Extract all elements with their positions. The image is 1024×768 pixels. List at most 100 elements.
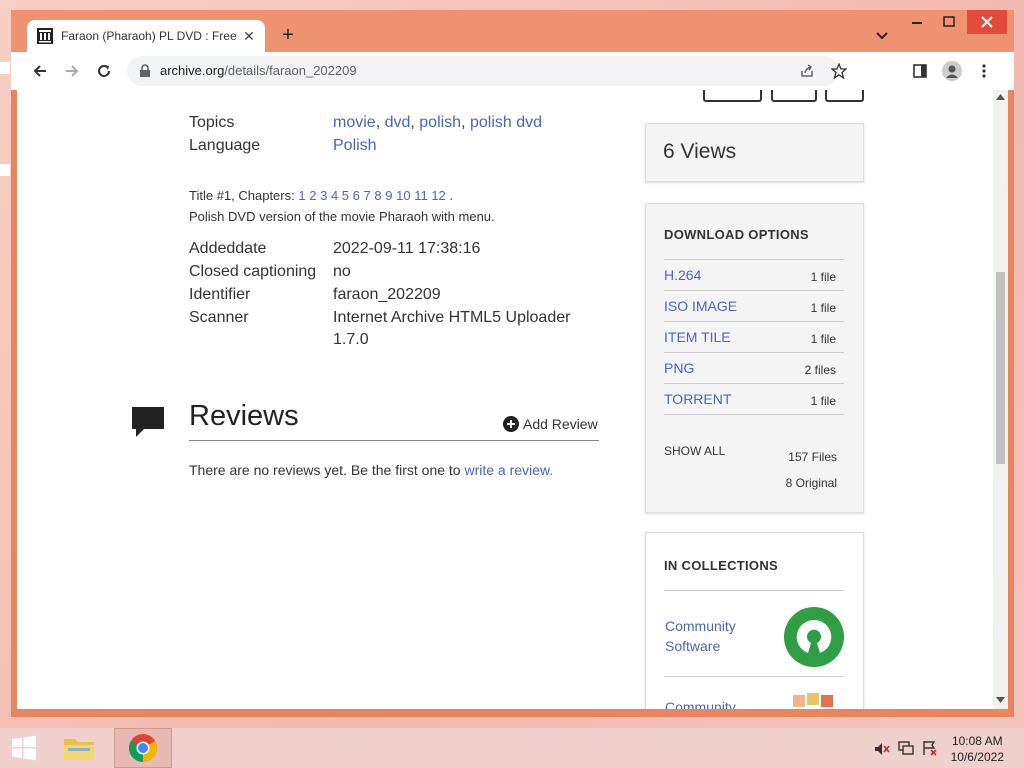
scrollbar-thumb[interactable] — [996, 272, 1005, 464]
reviews-divider — [189, 440, 599, 441]
chapter-link[interactable]: 8 — [374, 188, 381, 203]
browser-window: Faraon (Pharaoh) PL DVD : Free D ✕ + arc… — [11, 10, 1014, 717]
bookmark-star-icon[interactable] — [831, 63, 847, 79]
collection-link[interactable]: Community Software — [665, 616, 755, 656]
chapter-link[interactable]: 3 — [320, 188, 327, 203]
archive-favicon-icon — [37, 28, 53, 44]
reload-button[interactable] — [93, 60, 115, 82]
chapter-link[interactable]: 1 — [298, 188, 305, 203]
desktop-icon-fragment — [0, 164, 10, 176]
chapter-link[interactable]: 4 — [331, 188, 338, 203]
download-row[interactable]: ISO IMAGE 1 file — [664, 291, 844, 322]
chapter-link[interactable]: 6 — [353, 188, 360, 203]
chapters-prefix: Title #1, Chapters: — [189, 188, 295, 203]
download-options-heading: DOWNLOAD OPTIONS — [664, 227, 809, 242]
profile-button[interactable] — [941, 60, 963, 82]
download-row[interactable]: PNG 2 files — [664, 353, 844, 384]
description: Polish DVD version of the movie Pharaoh … — [189, 209, 495, 224]
browser-tab[interactable]: Faraon (Pharaoh) PL DVD : Free D ✕ — [27, 20, 265, 52]
minimize-button[interactable] — [901, 10, 933, 34]
file-explorer-button[interactable] — [54, 728, 104, 768]
item-action-button[interactable] — [703, 90, 762, 102]
item-action-button[interactable] — [825, 90, 864, 102]
collection-thumbnail-icon[interactable] — [783, 689, 845, 709]
menu-button[interactable] — [973, 60, 995, 82]
windows-logo-icon — [12, 735, 36, 761]
clock-date: 10/6/2022 — [950, 750, 1004, 764]
download-options-box: DOWNLOAD OPTIONS H.264 1 file ISO IMAGE … — [645, 203, 864, 513]
field-label: Scanner — [189, 309, 249, 326]
close-window-button[interactable] — [967, 10, 1007, 34]
action-center-flag-icon[interactable] — [922, 740, 938, 756]
add-review-button[interactable]: Add Review — [503, 416, 598, 432]
chrome-taskbar-button[interactable] — [114, 728, 172, 768]
taskbar: 10:08 AM 10/6/2022 — [0, 728, 1024, 768]
download-count: 1 file — [810, 270, 836, 284]
browser-toolbar: archive.org/details/faraon_202209 — [11, 52, 1014, 90]
add-review-label: Add Review — [523, 416, 598, 432]
system-clock[interactable]: 10:08 AM 10/6/2022 — [951, 733, 1004, 765]
divider — [664, 590, 844, 591]
download-format-link[interactable]: H.264 — [664, 267, 701, 283]
topic-link[interactable]: movie — [333, 114, 376, 131]
share-icon[interactable] — [799, 63, 815, 79]
chapters-line: Title #1, Chapters: 1 2 3 4 5 6 7 8 9 10… — [189, 188, 453, 203]
download-row[interactable]: TORRENT 1 file — [664, 384, 844, 415]
chapter-link[interactable]: 11 — [414, 188, 428, 203]
address-bar[interactable]: archive.org/details/faraon_202209 — [127, 56, 847, 86]
topic-link[interactable]: polish — [419, 114, 461, 131]
lock-icon[interactable] — [139, 64, 151, 78]
chapter-link[interactable]: 10 — [396, 188, 410, 203]
tab-search-chevron-icon[interactable] — [873, 26, 891, 44]
divider — [664, 676, 844, 677]
page-scrollbar[interactable] — [993, 90, 1008, 709]
download-format-link[interactable]: PNG — [664, 360, 694, 376]
tab-strip: Faraon (Pharaoh) PL DVD : Free D ✕ + — [11, 10, 1014, 52]
download-row[interactable]: H.264 1 file — [664, 260, 844, 291]
reload-icon — [98, 65, 110, 77]
field-label: Closed captioning — [189, 263, 317, 280]
back-button[interactable] — [29, 60, 51, 82]
write-review-link[interactable]: write a review. — [464, 462, 553, 478]
download-row[interactable]: ITEM TILE 1 file — [664, 322, 844, 353]
side-panel-button[interactable] — [909, 60, 931, 82]
download-format-link[interactable]: ISO IMAGE — [664, 298, 737, 314]
maximize-icon — [943, 16, 955, 27]
collection-link[interactable]: Community — [665, 697, 736, 709]
download-count: 2 files — [804, 363, 836, 377]
chapter-link[interactable]: 7 — [364, 188, 371, 203]
collections-box: IN COLLECTIONS Community Software Commun… — [645, 532, 864, 709]
scroll-down-icon[interactable] — [996, 697, 1005, 703]
views-box: 6 Views — [645, 123, 864, 182]
forward-button[interactable] — [61, 60, 83, 82]
field-value: faraon_202209 — [333, 286, 441, 303]
chapter-link[interactable]: 5 — [342, 188, 349, 203]
tab-title: Faraon (Pharaoh) PL DVD : Free D — [61, 29, 241, 43]
item-action-button[interactable] — [771, 90, 817, 102]
download-format-link[interactable]: ITEM TILE — [664, 329, 731, 345]
no-reviews-text: There are no reviews yet. Be the first o… — [189, 462, 553, 478]
topic-link[interactable]: dvd — [385, 114, 411, 131]
field-label: Addeddate — [189, 240, 267, 257]
tab-close-icon[interactable]: ✕ — [241, 28, 257, 44]
original-files-link[interactable]: 8 Original — [786, 476, 837, 490]
no-reviews-message: There are no reviews yet. Be the first o… — [189, 462, 461, 478]
chapter-link[interactable]: 2 — [309, 188, 316, 203]
clock-time: 10:08 AM — [951, 734, 1003, 748]
network-icon[interactable] — [898, 740, 914, 756]
show-all-link[interactable]: SHOW ALL — [664, 444, 725, 458]
chapter-link[interactable]: 9 — [385, 188, 392, 203]
open-source-logo-icon[interactable] — [783, 606, 845, 668]
scroll-up-icon[interactable] — [996, 94, 1005, 100]
language-link[interactable]: Polish — [333, 137, 377, 154]
url-text: archive.org/details/faraon_202209 — [160, 63, 357, 78]
chapter-link[interactable]: 12 — [431, 188, 445, 203]
start-button[interactable] — [0, 728, 48, 768]
download-format-link[interactable]: TORRENT — [664, 391, 731, 407]
profile-avatar-icon — [942, 61, 962, 81]
topic-link[interactable]: polish dvd — [470, 114, 542, 131]
volume-muted-icon[interactable] — [874, 741, 890, 757]
maximize-button[interactable] — [933, 10, 965, 34]
total-files-link[interactable]: 157 Files — [788, 450, 837, 464]
new-tab-button[interactable]: + — [277, 24, 299, 46]
